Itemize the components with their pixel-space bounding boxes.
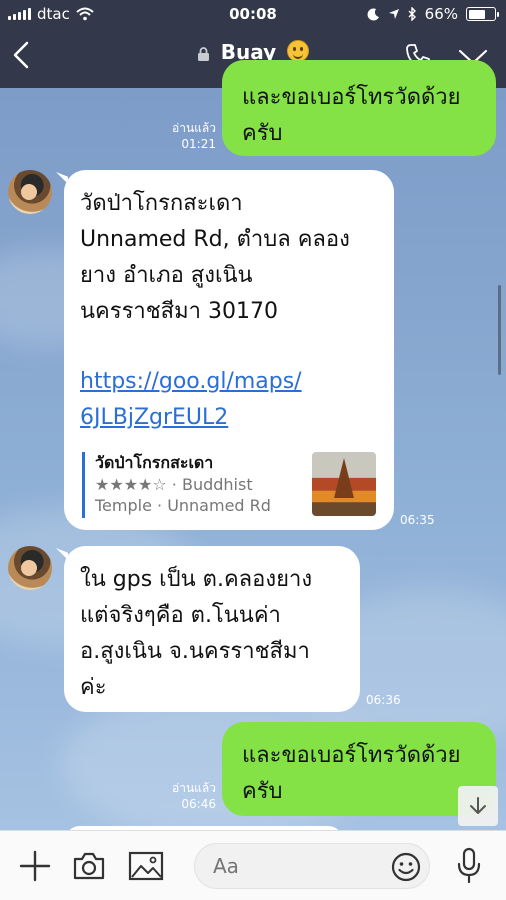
moon-icon xyxy=(367,7,379,20)
incoming-message[interactable]: ใน gps เป็น ต.คลองยาง แต่จริงๆคือ ต.โนนค… xyxy=(64,546,360,712)
message-text-line: ค่ะ xyxy=(80,675,107,700)
location-arrow-icon xyxy=(388,9,399,19)
status-bar: dtac 00:08 66% xyxy=(0,0,506,28)
message-text-line: ใน gps เป็น ต.คลองยาง xyxy=(80,567,313,592)
message-text-line: อ.สูงเนิน จ.นครราชสีมา xyxy=(80,639,310,664)
link-preview-subtitle: ★★★★☆ · Buddhist Temple · Unnamed Rd xyxy=(95,475,271,515)
message-time: 06:35 xyxy=(400,513,435,527)
message-time: 06:36 xyxy=(366,693,401,707)
bluetooth-icon xyxy=(408,7,416,21)
battery-level xyxy=(468,9,485,19)
message-read-status: อ่านแล้ว 06:46 xyxy=(160,780,216,812)
outgoing-message[interactable]: และขอเบอร์โทรวัดด้วย ครับ xyxy=(222,60,496,156)
arrow-down-icon xyxy=(470,797,486,814)
image-button[interactable] xyxy=(128,851,164,881)
message-text-line: ครับ xyxy=(242,121,283,146)
scroll-to-bottom-button[interactable] xyxy=(458,786,498,826)
emoji-button[interactable] xyxy=(390,851,422,883)
message-text-line: และขอเบอร์โทรวัดด้วย xyxy=(242,743,461,768)
avatar[interactable] xyxy=(8,546,52,590)
read-label: อ่านแล้ว xyxy=(172,781,216,795)
link-preview[interactable]: วัดป่าโกรกสะเดา ★★★★☆ · Buddhist Temple … xyxy=(82,452,380,518)
link-preview-thumbnail xyxy=(312,452,376,516)
microphone-button[interactable] xyxy=(456,847,482,885)
read-label: อ่านแล้ว xyxy=(172,121,216,135)
message-text-line: วัดป่าโกรกสะเดา xyxy=(80,191,243,216)
add-button[interactable] xyxy=(18,849,52,883)
smiley-emoji-icon xyxy=(287,40,310,62)
avatar[interactable] xyxy=(8,170,52,214)
battery-percent: 66% xyxy=(424,5,458,23)
scrollbar[interactable] xyxy=(498,285,501,375)
message-input-bar xyxy=(0,830,506,900)
camera-button[interactable] xyxy=(72,851,106,881)
message-text-line: Unnamed Rd, ตำบล คลอง xyxy=(80,227,350,252)
battery-icon xyxy=(466,7,499,21)
message-text-line: และขอเบอร์โทรวัดด้วย xyxy=(242,85,461,110)
lock-icon xyxy=(197,46,209,61)
message-time: 01:21 xyxy=(181,137,216,151)
message-text-line: นครราชสีมา 30170 xyxy=(80,299,278,324)
outgoing-message[interactable]: และขอเบอร์โทรวัดด้วย ครับ xyxy=(222,722,496,816)
map-link[interactable]: https://goo.gl/maps/ xyxy=(80,364,394,400)
message-text-line: แต่จริงๆคือ ต.โนนค่า xyxy=(80,603,281,628)
map-link[interactable]: 6JLBjZgrEUL2 xyxy=(80,400,394,436)
message-read-status: อ่านแล้ว 01:21 xyxy=(160,120,216,152)
message-text-line: ยาง อำเภอ สูงเนิน xyxy=(80,263,253,288)
message-time: 06:46 xyxy=(181,797,216,811)
